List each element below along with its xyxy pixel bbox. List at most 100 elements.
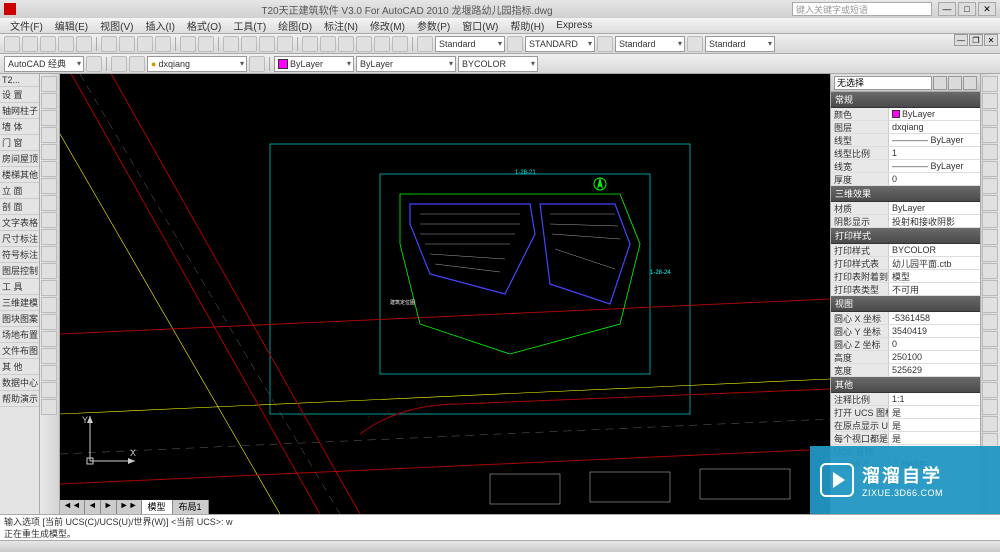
menu-item[interactable]: 格式(O) [181, 18, 227, 33]
t20-item[interactable]: 图层控制 [0, 263, 39, 279]
modify-tool-icon[interactable] [982, 382, 998, 398]
zoom-window-icon[interactable] [259, 36, 275, 52]
draw-tool-icon[interactable] [41, 399, 57, 415]
properties-row[interactable]: 线型比例1 [831, 147, 980, 160]
selectobjects-icon[interactable] [948, 76, 962, 90]
t20-item[interactable]: 墙 体 [0, 119, 39, 135]
menu-item[interactable]: 参数(P) [411, 18, 456, 33]
maximize-button[interactable]: □ [958, 2, 976, 16]
properties-row[interactable]: 厚度0 [831, 173, 980, 186]
properties-value[interactable]: 模型 [889, 270, 980, 282]
zoom-icon[interactable] [241, 36, 257, 52]
modify-tool-icon[interactable] [982, 399, 998, 415]
menu-item[interactable]: 修改(M) [364, 18, 411, 33]
lineweight-combo[interactable]: BYCOLOR [458, 56, 538, 72]
tab-nav-next[interactable]: ► [101, 500, 117, 514]
modify-tool-icon[interactable] [982, 229, 998, 245]
pickadd-icon[interactable] [963, 76, 977, 90]
properties-row[interactable]: 打开 UCS 图标是 [831, 406, 980, 419]
draw-tool-icon[interactable] [41, 195, 57, 211]
properties-icon[interactable] [302, 36, 318, 52]
t20-item[interactable]: 图块图案 [0, 311, 39, 327]
t20-item[interactable]: 其 他 [0, 359, 39, 375]
dimstyle-icon[interactable] [507, 36, 523, 52]
t20-item[interactable]: 三维建模 [0, 295, 39, 311]
properties-row[interactable]: 每个视口都是...是 [831, 432, 980, 445]
properties-value[interactable]: 投射和接收阴影 [889, 215, 980, 227]
t20-item[interactable]: 数据中心 [0, 375, 39, 391]
mleader-style-combo[interactable]: Standard [705, 36, 775, 52]
doc-min-button[interactable]: — [954, 34, 968, 46]
properties-value[interactable]: 0 [889, 173, 980, 185]
draw-tool-icon[interactable] [41, 382, 57, 398]
new-icon[interactable] [4, 36, 20, 52]
properties-value[interactable]: 0 [889, 338, 980, 350]
modify-tool-icon[interactable] [982, 178, 998, 194]
draw-tool-icon[interactable] [41, 297, 57, 313]
properties-row[interactable]: 线宽———— ByLayer [831, 160, 980, 173]
t20-item[interactable]: 门 窗 [0, 135, 39, 151]
t20-item[interactable]: 场地布置 [0, 327, 39, 343]
designcenter-icon[interactable] [320, 36, 336, 52]
properties-row[interactable]: 圆心 X 坐标-5361458 [831, 312, 980, 325]
t20-item[interactable]: 文件布图 [0, 343, 39, 359]
t20-item[interactable]: 剖 面 [0, 199, 39, 215]
t20-item[interactable]: 文字表格 [0, 215, 39, 231]
properties-value[interactable]: 1:1 [889, 393, 980, 405]
t20-item[interactable]: 符号标注 [0, 247, 39, 263]
properties-value[interactable]: 3540419 [889, 325, 980, 337]
layout-tabs[interactable]: ◄◄ ◄ ► ►► 模型 布局1 [60, 500, 209, 514]
properties-row[interactable]: 颜色ByLayer [831, 108, 980, 121]
matchprop-icon[interactable] [155, 36, 171, 52]
sheetset-icon[interactable] [338, 36, 354, 52]
modify-tool-icon[interactable] [982, 263, 998, 279]
color-combo[interactable]: ByLayer [274, 56, 354, 72]
minimize-button[interactable]: — [938, 2, 956, 16]
draw-tool-icon[interactable] [41, 331, 57, 347]
workspace-combo[interactable]: AutoCAD 经典 [4, 56, 84, 72]
modify-tool-icon[interactable] [982, 348, 998, 364]
modify-tool-icon[interactable] [982, 246, 998, 262]
properties-row[interactable]: 在原点显示 UC...是 [831, 419, 980, 432]
draw-tool-icon[interactable] [41, 161, 57, 177]
menu-item[interactable]: 编辑(E) [49, 18, 94, 33]
menu-item[interactable]: 工具(T) [227, 18, 272, 33]
layer-states-icon[interactable] [129, 56, 145, 72]
t20-item[interactable]: 立 面 [0, 183, 39, 199]
menu-item[interactable]: 绘图(D) [272, 18, 318, 33]
text-style-combo[interactable]: Standard [435, 36, 505, 52]
properties-row[interactable]: 阴影显示投射和接收阴影 [831, 215, 980, 228]
cut-icon[interactable] [101, 36, 117, 52]
draw-tool-icon[interactable] [41, 110, 57, 126]
draw-tool-icon[interactable] [41, 178, 57, 194]
modify-tool-icon[interactable] [982, 161, 998, 177]
draw-tool-icon[interactable] [41, 280, 57, 296]
menu-item[interactable]: 视图(V) [94, 18, 139, 33]
modify-tool-icon[interactable] [982, 297, 998, 313]
selection-filter-combo[interactable]: 无选择 [834, 76, 932, 90]
modify-tool-icon[interactable] [982, 144, 998, 160]
modify-tool-icon[interactable] [982, 127, 998, 143]
properties-value[interactable]: ———— ByLayer [889, 160, 980, 172]
t20-item[interactable]: 轴网柱子 [0, 103, 39, 119]
properties-row[interactable]: 宽度525629 [831, 364, 980, 377]
menu-item[interactable]: Express [550, 20, 598, 31]
properties-value[interactable]: 525629 [889, 364, 980, 376]
draw-tool-icon[interactable] [41, 246, 57, 262]
modify-tool-icon[interactable] [982, 331, 998, 347]
properties-value[interactable]: 是 [889, 432, 980, 444]
tab-nav-last[interactable]: ►► [117, 500, 142, 514]
open-icon[interactable] [22, 36, 38, 52]
properties-row[interactable]: 圆心 Z 坐标0 [831, 338, 980, 351]
modify-tool-icon[interactable] [982, 365, 998, 381]
properties-value[interactable]: dxqiang [889, 121, 980, 133]
tab-nav-first[interactable]: ◄◄ [60, 500, 85, 514]
t20-item[interactable]: 工 具 [0, 279, 39, 295]
zoom-previous-icon[interactable] [277, 36, 293, 52]
modify-tool-icon[interactable] [982, 195, 998, 211]
doc-restore-button[interactable]: ❐ [969, 34, 983, 46]
properties-section-header[interactable]: 打印样式 [831, 228, 980, 244]
properties-value[interactable]: 幼儿园平面.ctb [889, 257, 980, 269]
properties-row[interactable]: 线型———— ByLayer [831, 134, 980, 147]
copy-icon[interactable] [119, 36, 135, 52]
